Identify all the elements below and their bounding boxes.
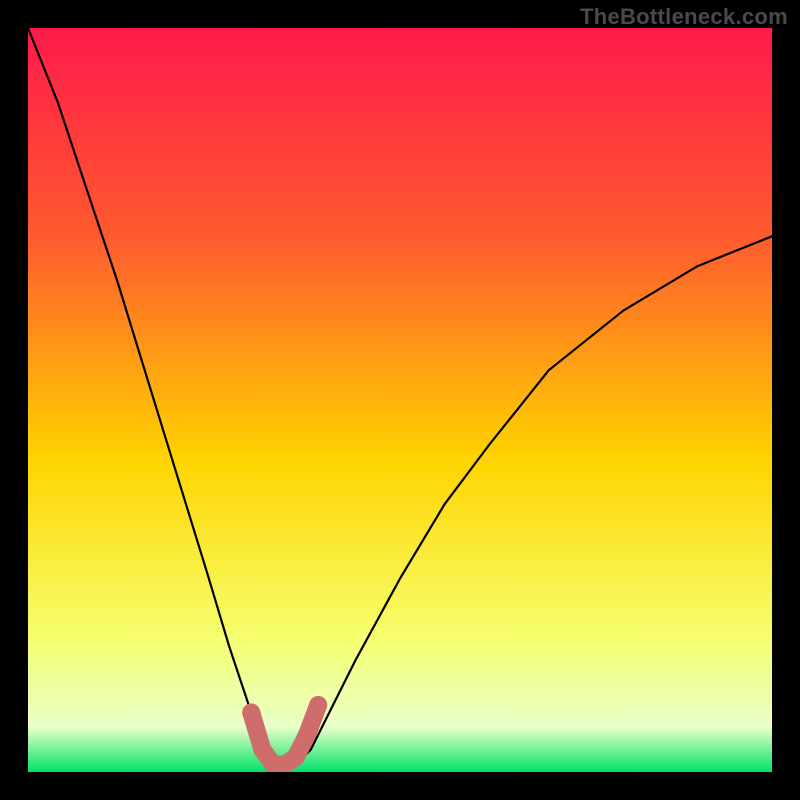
highlight-dot [287, 748, 305, 766]
highlight-dot [242, 704, 260, 722]
highlight-dot [298, 726, 316, 744]
highlight-dot [309, 696, 327, 714]
watermark-text: TheBottleneck.com [580, 4, 788, 30]
highlight-dot [253, 741, 271, 759]
plot-svg [28, 28, 772, 772]
plot-area [28, 28, 772, 772]
gradient-background [28, 28, 772, 772]
chart-frame: TheBottleneck.com [0, 0, 800, 800]
